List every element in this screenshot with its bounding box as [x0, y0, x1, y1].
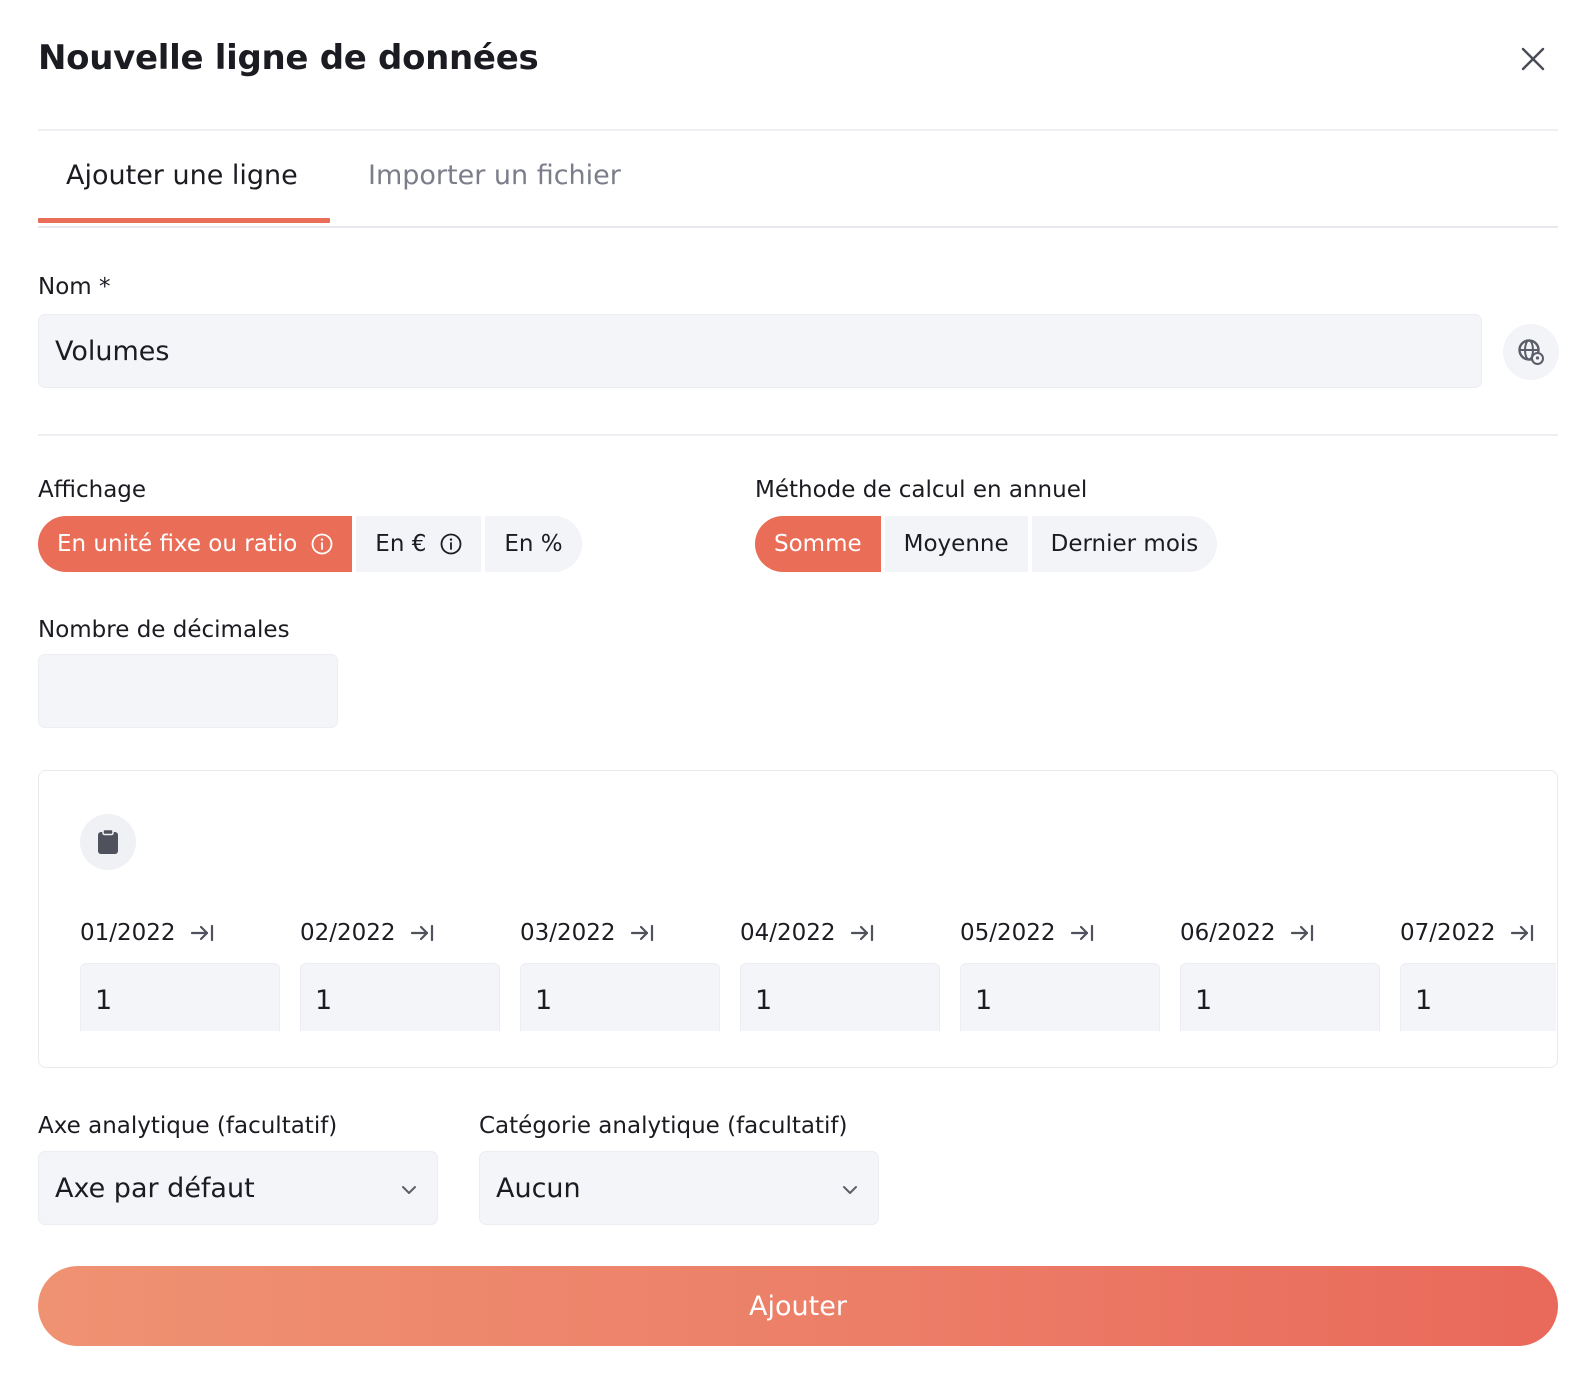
calc-method-toggle: Somme Moyenne Dernier mois [755, 516, 1218, 572]
paste-button[interactable] [80, 814, 136, 870]
display-percent-option[interactable]: En % [485, 516, 582, 572]
month-label: 06/2022 [1180, 920, 1276, 946]
fill-right-icon[interactable] [190, 922, 216, 944]
axis-select[interactable]: Axe par défaut [38, 1151, 438, 1225]
display-percent-label: En % [504, 531, 563, 557]
month-header: 07/2022 [1400, 911, 1556, 955]
month-value-input[interactable] [1400, 963, 1556, 1031]
calc-last-month-option[interactable]: Dernier mois [1031, 516, 1218, 572]
calc-average-option[interactable]: Moyenne [884, 516, 1028, 572]
add-button[interactable]: Ajouter [38, 1266, 1558, 1346]
dialog-title: Nouvelle ligne de données [38, 38, 539, 78]
months-row: 01/2022 02/2022 03/2022 04/2022 05/2022 06/20… [80, 911, 1556, 1031]
month-header: 04/2022 [740, 911, 940, 955]
month-value-input[interactable] [960, 963, 1160, 1031]
calc-average-label: Moyenne [903, 531, 1009, 557]
month-label: 07/2022 [1400, 920, 1496, 946]
category-select[interactable]: Aucun [479, 1151, 879, 1225]
month-header: 05/2022 [960, 911, 1160, 955]
display-mode-toggle: En unité fixe ou ratio En € En % [38, 516, 582, 572]
month-value-input[interactable] [520, 963, 720, 1031]
calc-method-label: Méthode de calcul en annuel [755, 477, 1088, 503]
month-label: 05/2022 [960, 920, 1056, 946]
category-select-value: Aucun [496, 1172, 581, 1204]
display-euro-label: En € [375, 531, 427, 557]
decimals-label: Nombre de décimales [38, 617, 290, 643]
calc-sum-option[interactable]: Somme [755, 516, 881, 572]
category-label: Catégorie analytique (facultatif) [479, 1113, 848, 1139]
fill-right-icon[interactable] [1290, 922, 1316, 944]
name-label: Nom * [38, 274, 111, 300]
close-icon [1521, 47, 1545, 71]
info-icon[interactable] [311, 533, 333, 555]
display-label: Affichage [38, 477, 147, 503]
month-value-input[interactable] [1180, 963, 1380, 1031]
month-header: 02/2022 [300, 911, 500, 955]
fill-right-icon[interactable] [1510, 922, 1536, 944]
month-label: 02/2022 [300, 920, 396, 946]
axis-label: Axe analytique (facultatif) [38, 1113, 338, 1139]
fill-right-icon[interactable] [1070, 922, 1096, 944]
globe-icon [1518, 339, 1544, 365]
fill-right-icon[interactable] [410, 922, 436, 944]
info-icon[interactable] [440, 533, 462, 555]
fill-right-icon[interactable] [850, 922, 876, 944]
chevron-down-icon [402, 1186, 416, 1194]
close-button[interactable] [1516, 42, 1550, 76]
section-divider [38, 434, 1558, 436]
month-column: 02/2022 [300, 911, 500, 1031]
month-value-input[interactable] [300, 963, 500, 1031]
monthly-values-panel: 01/2022 02/2022 03/2022 04/2022 05/2022 06/20… [38, 770, 1558, 1068]
axis-select-value: Axe par défaut [55, 1172, 255, 1204]
tab-import-file[interactable]: Importer un fichier [368, 160, 621, 191]
month-column: 01/2022 [80, 911, 280, 1031]
month-column: 06/2022 [1180, 911, 1380, 1031]
month-header: 03/2022 [520, 911, 720, 955]
month-label: 03/2022 [520, 920, 616, 946]
calc-last-month-label: Dernier mois [1050, 531, 1199, 557]
month-header: 01/2022 [80, 911, 280, 955]
month-value-input[interactable] [80, 963, 280, 1031]
name-input[interactable] [38, 314, 1482, 388]
month-column: 03/2022 [520, 911, 720, 1031]
clipboard-icon [98, 828, 118, 854]
month-label: 04/2022 [740, 920, 836, 946]
month-column: 07/2022 [1400, 911, 1556, 1031]
display-fixed-unit-label: En unité fixe ou ratio [57, 531, 298, 557]
display-euro-option[interactable]: En € [356, 516, 482, 572]
month-column: 05/2022 [960, 911, 1160, 1031]
fill-right-icon[interactable] [630, 922, 656, 944]
new-data-row-dialog: Nouvelle ligne de données Ajouter une li… [0, 0, 1594, 1374]
chevron-down-icon [843, 1186, 857, 1194]
month-header: 06/2022 [1180, 911, 1380, 955]
display-fixed-unit-option[interactable]: En unité fixe ou ratio [38, 516, 353, 572]
active-tab-indicator [38, 218, 330, 223]
month-label: 01/2022 [80, 920, 176, 946]
month-column: 04/2022 [740, 911, 940, 1031]
tab-add-line[interactable]: Ajouter une ligne [66, 160, 298, 191]
translate-button[interactable] [1503, 324, 1559, 380]
decimals-input[interactable] [38, 654, 338, 728]
calc-sum-label: Somme [774, 531, 862, 557]
tabs-baseline [38, 226, 1558, 228]
month-value-input[interactable] [740, 963, 940, 1031]
tabs-bar: Ajouter une ligne Importer un fichier [38, 130, 1558, 230]
